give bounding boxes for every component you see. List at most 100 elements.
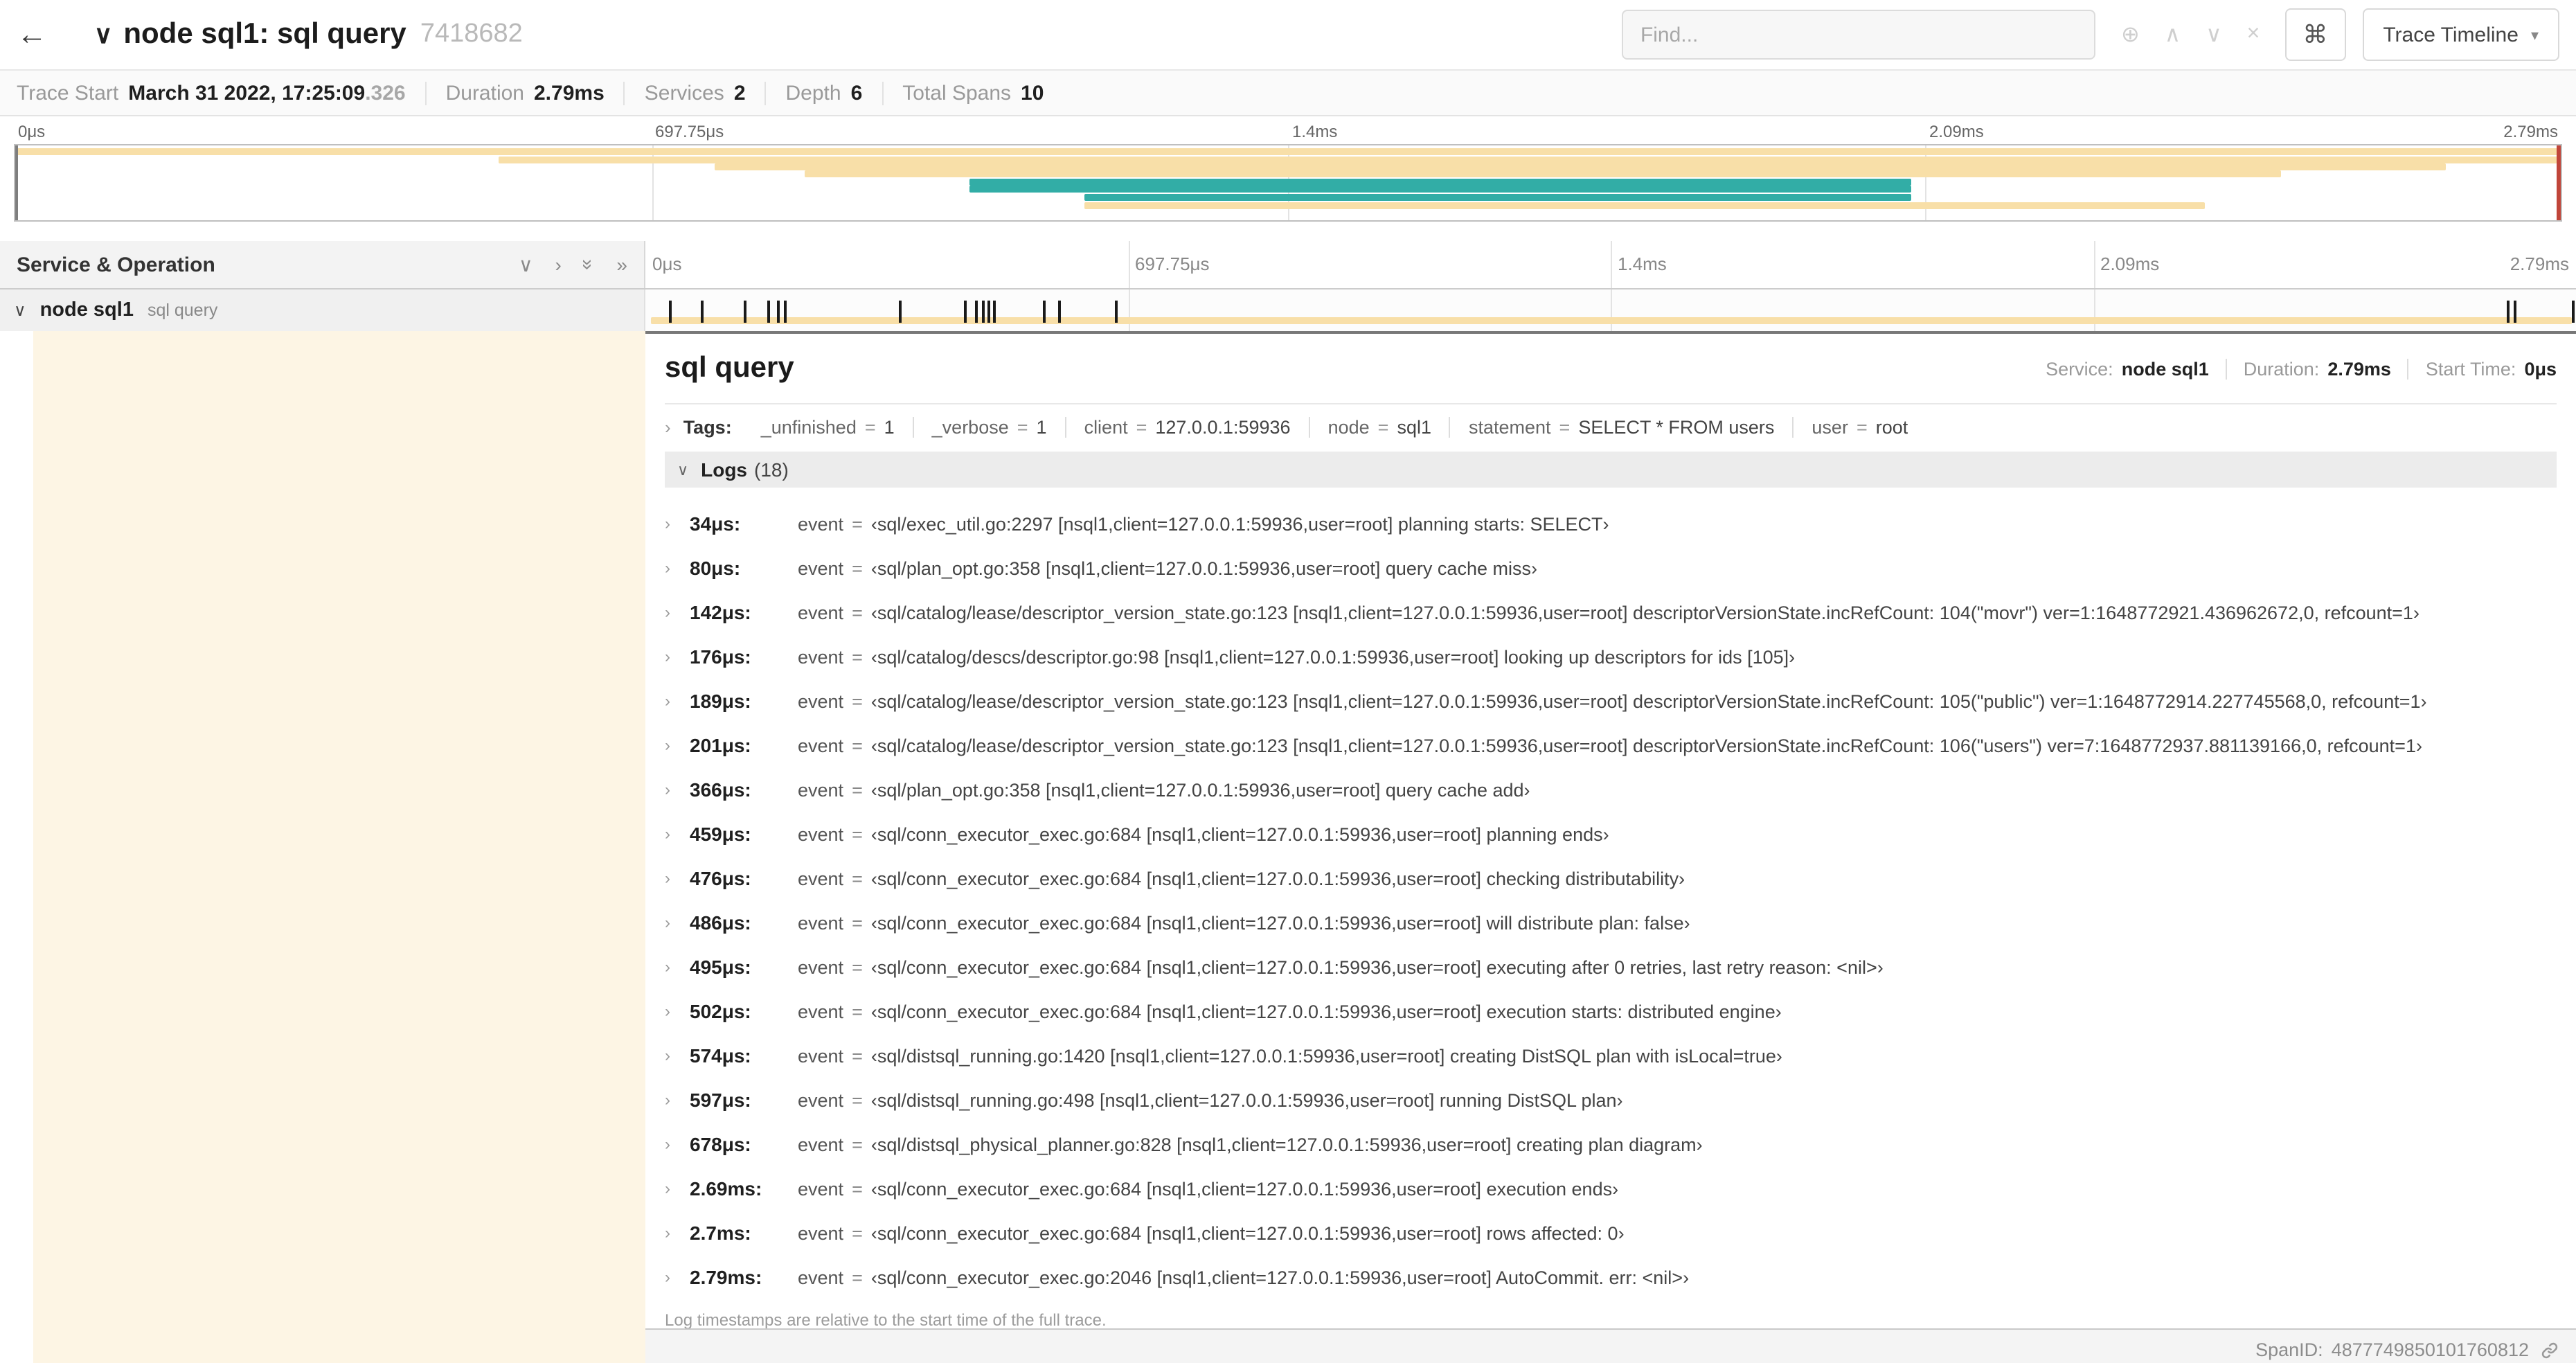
link-icon[interactable]: [2540, 1340, 2559, 1360]
minimap-right-scrubber[interactable]: [2557, 145, 2561, 220]
log-row[interactable]: › 366μs: event = ‹sql/plan_opt.go:358 [n…: [665, 767, 2557, 812]
span-row[interactable]: ∨ node sql1 sql query: [0, 289, 2576, 331]
span-name-cell[interactable]: ∨ node sql1 sql query: [0, 289, 645, 331]
log-key: event: [798, 735, 844, 756]
span-collapse-icon[interactable]: ∨: [14, 301, 26, 320]
span-track[interactable]: [645, 289, 2576, 331]
expand-one-icon[interactable]: ›: [555, 253, 561, 276]
log-marker-tick[interactable]: [964, 301, 967, 323]
log-chevron-icon[interactable]: ›: [665, 691, 690, 711]
log-row[interactable]: › 80μs: event = ‹sql/plan_opt.go:358 [ns…: [665, 546, 2557, 590]
keyboard-shortcuts-button[interactable]: ⌘: [2284, 8, 2346, 61]
log-chevron-icon[interactable]: ›: [665, 603, 690, 622]
span-duration-bar[interactable]: [651, 317, 2573, 324]
log-chevron-icon[interactable]: ›: [665, 780, 690, 799]
log-row[interactable]: › 459μs: event = ‹sql/conn_executor_exec…: [665, 812, 2557, 856]
log-row[interactable]: › 502μs: event = ‹sql/conn_executor_exec…: [665, 989, 2557, 1033]
log-row[interactable]: › 495μs: event = ‹sql/conn_executor_exec…: [665, 945, 2557, 989]
log-marker-tick[interactable]: [2572, 301, 2575, 323]
expand-all-icon[interactable]: »: [616, 253, 627, 276]
minimap-graph[interactable]: [14, 144, 2562, 222]
log-chevron-icon[interactable]: ›: [665, 1223, 690, 1242]
summary-label: Services: [644, 81, 724, 105]
equals-sign: =: [1017, 416, 1028, 437]
log-row[interactable]: › 574μs: event = ‹sql/distsql_running.go…: [665, 1033, 2557, 1078]
log-timestamp: 80μs:: [690, 557, 741, 579]
log-marker-tick[interactable]: [767, 301, 770, 323]
tags-label[interactable]: Tags:: [683, 416, 732, 437]
log-marker-tick[interactable]: [1058, 301, 1062, 323]
log-marker-tick[interactable]: [1043, 301, 1046, 323]
log-marker-tick[interactable]: [898, 301, 902, 323]
trace-view-dropdown[interactable]: Trace Timeline ▾: [2362, 8, 2559, 61]
log-marker-tick[interactable]: [2506, 301, 2510, 323]
log-row[interactable]: › 189μs: event = ‹sql/catalog/lease/desc…: [665, 679, 2557, 723]
focus-match-icon[interactable]: ⊕: [2121, 21, 2140, 48]
log-marker-tick[interactable]: [1114, 301, 1118, 323]
log-key: event: [798, 558, 844, 578]
minimap-tick-label: 1.4ms: [1292, 122, 1338, 141]
log-marker-tick[interactable]: [992, 301, 996, 323]
log-row[interactable]: › 476μs: event = ‹sql/conn_executor_exec…: [665, 856, 2557, 900]
log-chevron-icon[interactable]: ›: [665, 647, 690, 666]
log-row[interactable]: › 176μs: event = ‹sql/catalog/descs/desc…: [665, 634, 2557, 679]
log-marker-tick[interactable]: [744, 301, 747, 323]
log-row[interactable]: › 2.79ms: event = ‹sql/conn_executor_exe…: [665, 1255, 2557, 1299]
find-input[interactable]: [1637, 21, 2081, 48]
clear-search-icon[interactable]: ×: [2247, 22, 2260, 47]
next-result-icon[interactable]: ∨: [2206, 21, 2221, 48]
log-row[interactable]: › 486μs: event = ‹sql/conn_executor_exec…: [665, 900, 2557, 945]
log-marker-tick[interactable]: [987, 301, 990, 323]
logs-section-header[interactable]: ∨ Logs (18): [665, 452, 2557, 488]
tag-value: 1: [1036, 416, 1047, 437]
chevron-down-icon: ▾: [2530, 27, 2539, 44]
log-marker-tick[interactable]: [2514, 301, 2517, 323]
log-chevron-icon[interactable]: ›: [665, 1134, 690, 1154]
tag-key: _unfinished: [760, 416, 857, 437]
log-row[interactable]: › 34μs: event = ‹sql/exec_util.go:2297 […: [665, 501, 2557, 546]
span-meta-item: Service: node sql1: [2029, 358, 2226, 379]
log-marker-tick[interactable]: [668, 301, 672, 323]
log-chevron-icon[interactable]: ›: [665, 514, 690, 533]
log-chevron-icon[interactable]: ›: [665, 1090, 690, 1110]
log-chevron-icon[interactable]: ›: [665, 957, 690, 977]
tag-value: root: [1875, 416, 1908, 437]
log-chevron-icon[interactable]: ›: [665, 1046, 690, 1065]
trace-title-chevron-icon[interactable]: ∨: [94, 20, 112, 49]
ruler-tick-label: 2.09ms: [2100, 253, 2160, 274]
log-timestamp: 597μs:: [690, 1089, 751, 1111]
back-button[interactable]: ←: [17, 17, 72, 53]
summary-label: Total Spans: [902, 81, 1012, 105]
log-chevron-icon[interactable]: ›: [665, 824, 690, 844]
minimap-left-scrubber[interactable]: [15, 145, 18, 220]
log-row[interactable]: › 597μs: event = ‹sql/distsql_running.go…: [665, 1078, 2557, 1122]
log-chevron-icon[interactable]: ›: [665, 1267, 690, 1287]
summary-item: Trace Start March 31 2022, 17:25:09 .326: [17, 81, 427, 105]
log-marker-tick[interactable]: [784, 301, 787, 323]
log-chevron-icon[interactable]: ›: [665, 558, 690, 578]
tags-chevron-icon[interactable]: ›: [665, 416, 671, 437]
logs-label: Logs: [701, 458, 748, 481]
log-row[interactable]: › 2.69ms: event = ‹sql/conn_executor_exe…: [665, 1166, 2557, 1211]
prev-result-icon[interactable]: ∧: [2165, 21, 2181, 48]
log-marker-tick[interactable]: [975, 301, 978, 323]
log-row[interactable]: › 201μs: event = ‹sql/catalog/lease/desc…: [665, 723, 2557, 767]
log-chevron-icon[interactable]: ›: [665, 1001, 690, 1021]
log-row[interactable]: › 2.7ms: event = ‹sql/conn_executor_exec…: [665, 1211, 2557, 1255]
log-row[interactable]: › 142μs: event = ‹sql/catalog/lease/desc…: [665, 590, 2557, 634]
equals-sign: =: [852, 1001, 863, 1022]
log-chevron-icon[interactable]: ›: [665, 913, 690, 932]
tag-pair: client = 127.0.0.1:59936: [1066, 416, 1310, 437]
collapse-all-icon[interactable]: »: [578, 259, 600, 270]
log-marker-tick[interactable]: [776, 301, 780, 323]
log-timestamp: 2.79ms:: [690, 1266, 762, 1288]
minimap-span-bar: [715, 163, 2447, 170]
log-marker-tick[interactable]: [701, 301, 704, 323]
log-chevron-icon[interactable]: ›: [665, 736, 690, 755]
log-row[interactable]: › 678μs: event = ‹sql/distsql_physical_p…: [665, 1122, 2557, 1166]
log-chevron-icon[interactable]: ›: [665, 868, 690, 888]
log-marker-tick[interactable]: [981, 301, 985, 323]
content-area: sql query Service: node sql1 Duration: 2…: [0, 331, 2576, 1363]
log-chevron-icon[interactable]: ›: [665, 1179, 690, 1198]
collapse-one-icon[interactable]: ∨: [519, 253, 533, 276]
